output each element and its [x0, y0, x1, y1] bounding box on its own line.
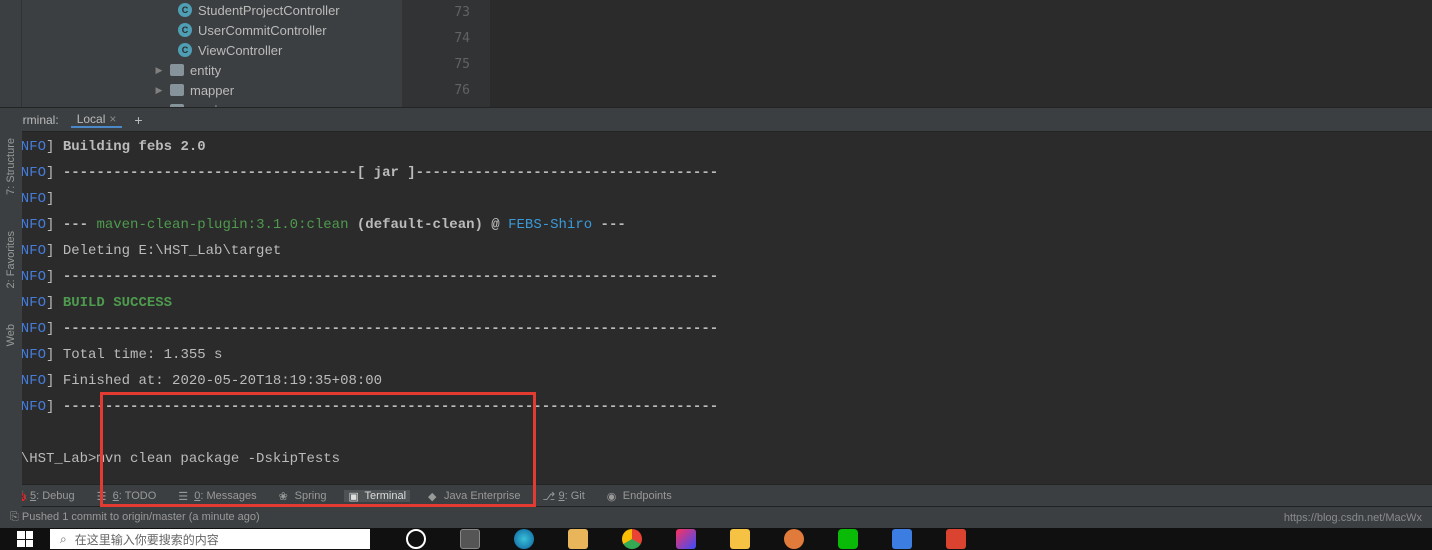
tool-label: 9: Git: [558, 490, 584, 502]
tree-label: service: [190, 103, 231, 108]
class-icon: C: [178, 43, 192, 57]
tool-tab-spring[interactable]: ❀ Spring: [275, 490, 331, 502]
tool-icon: ☰: [97, 490, 109, 502]
tool-label: 5: Debug: [30, 490, 75, 502]
tool-label: 6: TODO: [113, 490, 157, 502]
watermark: https://blog.csdn.net/MacWx: [1284, 512, 1422, 524]
tree-item[interactable]: ▶ entity: [28, 60, 396, 80]
class-icon: C: [178, 23, 192, 37]
project-tree[interactable]: C StudentProjectController C UserCommitCont…: [22, 0, 402, 107]
terminal-add-tab[interactable]: +: [134, 112, 142, 128]
start-button[interactable]: [0, 528, 50, 550]
editor-area: C StudentProjectController C UserCommitCont…: [0, 0, 1432, 108]
tree-item[interactable]: C StudentProjectController: [28, 0, 396, 20]
tree-label: ViewController: [198, 43, 282, 58]
windows-taskbar[interactable]: ⌕ 在这里输入你要搜索的内容: [0, 528, 1432, 550]
left-gutter-strip: [0, 0, 22, 107]
line-number[interactable]: 73: [402, 0, 470, 26]
terminal-header: Terminal: Local× +: [0, 108, 1432, 132]
tool-icon: ▣: [348, 490, 360, 502]
tree-item[interactable]: ▶ mapper: [28, 80, 396, 100]
bottom-tool-bar: 🐞5: Debug☰6: TODO☰0: Messages❀Spring▣Ter…: [0, 484, 1432, 506]
line-number[interactable]: 74: [402, 26, 470, 52]
terminal-tab-local[interactable]: Local×: [71, 112, 123, 128]
search-placeholder: 在这里输入你要搜索的内容: [75, 531, 219, 548]
class-icon: C: [178, 3, 192, 17]
navicat-icon[interactable]: [730, 529, 750, 549]
tool-tab-messages[interactable]: ☰ 0: Messages: [174, 490, 260, 502]
tool-tab-todo[interactable]: ☰ 6: TODO: [93, 490, 161, 502]
close-icon[interactable]: ×: [109, 112, 116, 126]
tool-icon: ❀: [279, 490, 291, 502]
tool-icon: ☰: [178, 490, 190, 502]
tool-window-tab[interactable]: Web: [5, 324, 17, 346]
package-icon: [170, 64, 184, 76]
intellij-icon[interactable]: [676, 529, 696, 549]
explorer-icon[interactable]: [568, 529, 588, 549]
package-icon: [170, 84, 184, 96]
expand-arrow-icon[interactable]: ▶: [154, 105, 164, 108]
app-icon[interactable]: [946, 529, 966, 549]
tool-icon: ◉: [607, 490, 619, 502]
tree-item[interactable]: C UserCommitController: [28, 20, 396, 40]
terminal-output[interactable]: [INFO] Building febs 2.0[INFO] ---------…: [0, 132, 1432, 484]
tool-window-tab[interactable]: 7: Structure: [5, 138, 17, 195]
tree-label: StudentProjectController: [198, 3, 340, 18]
tool-tab-javaenterprise[interactable]: ◆ Java Enterprise: [424, 490, 524, 502]
tool-label: Endpoints: [623, 490, 672, 502]
line-number[interactable]: 76: [402, 78, 470, 104]
taskview-icon[interactable]: [460, 529, 480, 549]
tool-window-tab[interactable]: 2: Favorites: [5, 231, 17, 288]
package-icon: [170, 104, 184, 107]
tool-label: 0: Messages: [194, 490, 256, 502]
tool-label: Terminal: [364, 490, 406, 502]
left-tool-strip: 7: Structure 2: Favorites Web: [0, 108, 22, 508]
chrome-icon[interactable]: [622, 529, 642, 549]
tool-tab-git[interactable]: ⎇ 9: Git: [538, 490, 588, 502]
expand-arrow-icon[interactable]: ▶: [154, 65, 164, 76]
cortana-icon[interactable]: [406, 529, 426, 549]
tree-label: mapper: [190, 83, 234, 98]
tool-tab-endpoints[interactable]: ◉ Endpoints: [603, 490, 676, 502]
app-icon[interactable]: [784, 529, 804, 549]
tool-label: Spring: [295, 490, 327, 502]
tree-label: entity: [190, 63, 221, 78]
line-gutter: 73747576: [402, 0, 490, 107]
tool-icon: ⎇: [542, 490, 554, 502]
tree-item[interactable]: ▶ service: [28, 100, 396, 107]
tool-icon: ◆: [428, 490, 440, 502]
taskbar-icons: [370, 529, 966, 549]
tree-label: UserCommitController: [198, 23, 327, 38]
status-bar: ⎘ Pushed 1 commit to origin/master (a mi…: [0, 506, 1432, 528]
app-icon[interactable]: [892, 529, 912, 549]
search-icon: ⌕: [60, 532, 67, 547]
windows-search[interactable]: ⌕ 在这里输入你要搜索的内容: [50, 529, 370, 549]
tool-label: Java Enterprise: [444, 490, 520, 502]
expand-arrow-icon[interactable]: ▶: [154, 85, 164, 96]
edge-icon[interactable]: [514, 529, 534, 549]
terminal-panel: Terminal: Local× + [INFO] Building febs …: [0, 108, 1432, 484]
wechat-icon[interactable]: [838, 529, 858, 549]
tool-tab-terminal[interactable]: ▣ Terminal: [344, 490, 410, 502]
tree-item[interactable]: C ViewController: [28, 40, 396, 60]
code-editor[interactable]: List<ExperimentProject> experimentProjec…: [490, 0, 1432, 107]
line-number[interactable]: 75: [402, 52, 470, 78]
status-message: ⎘ Pushed 1 commit to origin/master (a mi…: [10, 511, 260, 524]
